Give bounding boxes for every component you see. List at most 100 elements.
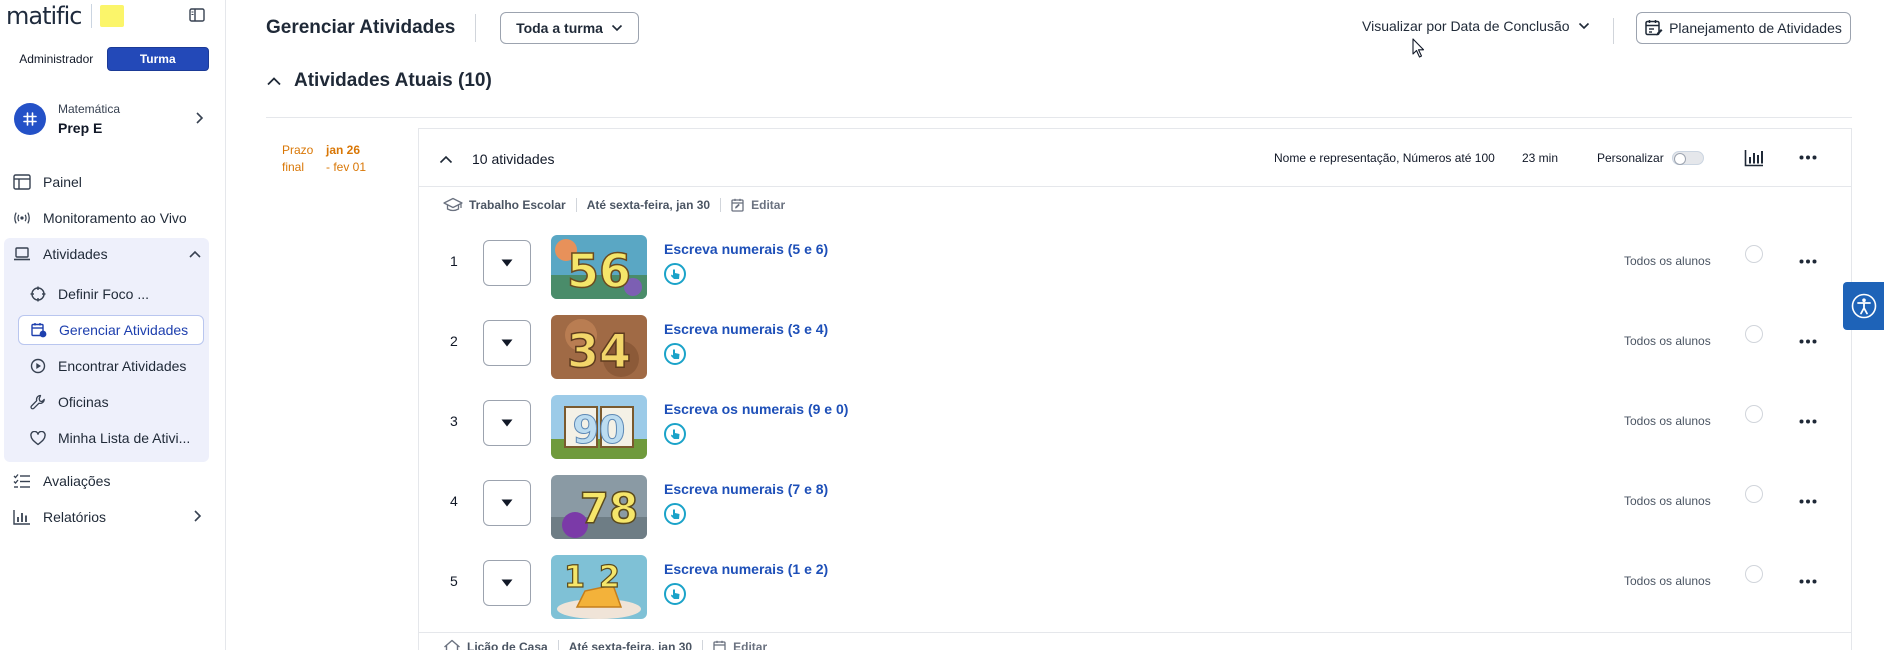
next-assignment-type: Lição de Casa <box>467 640 548 650</box>
class-filter-dropdown[interactable]: Toda a turma <box>500 12 639 44</box>
more-options-icon[interactable] <box>1799 573 1817 584</box>
meta-divider <box>557 640 559 650</box>
activity-thumbnail[interactable]: 12 <box>551 555 647 619</box>
class-avatar <box>14 103 46 135</box>
activity-title-link[interactable]: Escreva os numerais (9 e 0) <box>664 401 848 417</box>
accessibility-icon <box>1851 293 1876 319</box>
chevron-down-icon <box>611 24 623 32</box>
more-options-icon[interactable] <box>1799 149 1817 160</box>
collapse-sidebar-icon[interactable] <box>189 8 205 22</box>
deadline-label: Prazo final jan 26 - fev 01 <box>282 142 366 176</box>
matific-logo[interactable]: matific <box>6 2 82 30</box>
activity-title-link[interactable]: Escreva numerais (5 e 6) <box>664 241 828 257</box>
more-options-icon[interactable] <box>1799 493 1817 504</box>
personalize-toggle[interactable] <box>1671 151 1704 165</box>
nav-assessments[interactable]: Avaliações <box>0 465 212 497</box>
collapse-group-chevron-icon[interactable] <box>439 151 453 169</box>
role-class-tab[interactable]: Turma <box>106 47 209 71</box>
activity-number: 3 <box>450 413 458 429</box>
activity-dropdown-button[interactable] <box>483 240 531 286</box>
caret-down-icon <box>501 579 513 587</box>
activity-dropdown-button[interactable] <box>483 400 531 446</box>
role-switch: Administrador Turma <box>6 47 209 71</box>
class-subject: Matemática <box>58 102 121 116</box>
edit-next-assignment-button[interactable]: Editar <box>713 640 767 650</box>
activity-thumbnail[interactable]: 34 <box>551 315 647 379</box>
completion-status-indicator <box>1745 485 1763 503</box>
activity-number: 4 <box>450 493 458 509</box>
meta-divider <box>702 640 704 650</box>
group-divider <box>419 632 1851 633</box>
next-assignment-meta: Lição de Casa Até sexta-feira, jan 30 Ed… <box>443 637 767 650</box>
completion-status-indicator <box>1745 565 1763 583</box>
thumbnail-digits: 12 <box>564 560 634 595</box>
activity-title-link[interactable]: Escreva numerais (3 e 4) <box>664 321 828 337</box>
nav-live-label: Monitoramento ao Vivo <box>43 210 187 226</box>
nav-dashboard[interactable]: Painel <box>0 166 212 198</box>
nav-reports[interactable]: Relatórios <box>0 501 212 533</box>
school-sticker-icon <box>100 5 125 27</box>
activity-dropdown-button[interactable] <box>483 320 531 366</box>
activity-dropdown-button[interactable] <box>483 480 531 526</box>
view-by-dropdown[interactable]: Visualizar por Data de Conclusão <box>1362 18 1590 34</box>
activity-row: 1 56 Escreva numerais (5 e 6) Todos os a… <box>419 223 1851 303</box>
edit-assignment-button[interactable]: Editar <box>731 198 785 212</box>
activity-thumbnail[interactable]: 90 <box>551 395 647 459</box>
more-options-icon[interactable] <box>1799 253 1817 264</box>
nav-assessments-label: Avaliações <box>43 473 111 489</box>
top-header: Gerenciar Atividades Toda a turma Visual… <box>226 0 1884 58</box>
group-topics: Nome e representação, Números até 100 <box>1274 151 1495 165</box>
thumbnail-digits: 90 <box>573 408 626 452</box>
nav-find-activities[interactable]: Encontrar Atividades <box>18 351 204 381</box>
completion-status-indicator <box>1745 325 1763 343</box>
activity-thumbnail[interactable]: 78 <box>551 475 647 539</box>
calendar-edit-icon <box>731 198 744 212</box>
activity-planning-label: Planejamento de Atividades <box>1669 20 1842 36</box>
completion-status-indicator <box>1745 405 1763 423</box>
activity-title-link[interactable]: Escreva numerais (1 e 2) <box>664 561 828 577</box>
page-title: Gerenciar Atividades <box>266 17 456 38</box>
heart-icon <box>30 430 46 446</box>
nav-workshops[interactable]: Oficinas <box>18 387 204 417</box>
deadline-date-start: jan 26 <box>326 143 361 157</box>
nav-find-label: Encontrar Atividades <box>58 358 187 374</box>
deadline-label-line2: final <box>282 160 305 174</box>
nav-live-monitoring[interactable]: Monitoramento ao Vivo <box>0 202 212 234</box>
activity-title-link[interactable]: Escreva numerais (7 e 8) <box>664 481 828 497</box>
thumbnail-digits: 56 <box>567 244 631 298</box>
activity-group-card: 10 atividades Nome e representação, Núme… <box>418 128 1852 650</box>
nav-activities[interactable]: Atividades <box>0 238 212 270</box>
nav-set-focus[interactable]: Definir Foco ... <box>18 279 204 309</box>
chevron-right-icon <box>194 111 204 130</box>
chevron-up-icon <box>266 76 282 86</box>
meta-divider <box>575 198 577 212</box>
interactive-activity-icon <box>664 423 686 445</box>
laptop-icon <box>13 245 31 263</box>
accessibility-button[interactable] <box>1843 282 1884 330</box>
activity-planning-button[interactable]: Planejamento de Atividades <box>1636 12 1851 44</box>
class-filter-label: Toda a turma <box>516 20 603 36</box>
nav-set-focus-label: Definir Foco ... <box>58 286 150 302</box>
activity-audience: Todos os alunos <box>1624 494 1711 508</box>
activity-number: 1 <box>450 253 458 269</box>
assignment-meta: Trabalho Escolar Até sexta-feira, jan 30… <box>443 195 785 215</box>
caret-down-icon <box>501 499 513 507</box>
more-options-icon[interactable] <box>1799 333 1817 344</box>
current-activities-header[interactable]: Atividades Atuais (10) <box>266 70 492 92</box>
play-circle-icon <box>30 358 46 374</box>
calendar-clock-icon <box>31 322 47 338</box>
class-selector[interactable]: Matemática Prep E <box>14 100 204 138</box>
activity-count: 10 atividades <box>472 151 555 167</box>
meta-divider <box>720 198 722 212</box>
completion-status-indicator <box>1745 245 1763 263</box>
activity-audience: Todos os alunos <box>1624 574 1711 588</box>
nav-wishlist[interactable]: Minha Lista de Ativi... <box>18 423 204 453</box>
role-admin-tab[interactable]: Administrador <box>6 47 107 71</box>
activity-number: 2 <box>450 333 458 349</box>
bar-chart-icon[interactable] <box>1744 149 1764 172</box>
activity-dropdown-button[interactable] <box>483 560 531 606</box>
chevron-right-icon <box>192 509 202 526</box>
activity-thumbnail[interactable]: 56 <box>551 235 647 299</box>
nav-manage-activities[interactable]: Gerenciar Atividades <box>18 315 204 345</box>
more-options-icon[interactable] <box>1799 413 1817 424</box>
